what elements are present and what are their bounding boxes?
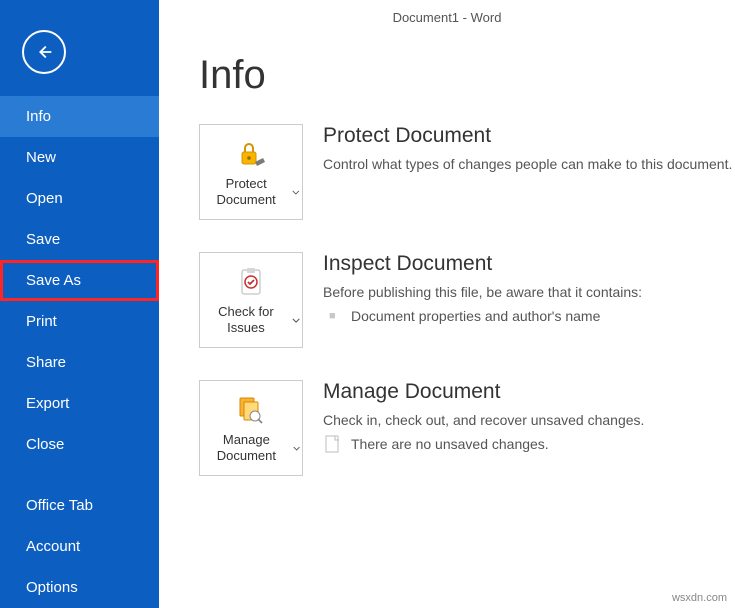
manage-item: There are no unsaved changes. — [323, 434, 644, 454]
sidebar-item-save[interactable]: Save — [0, 219, 159, 260]
sidebar-item-share[interactable]: Share — [0, 342, 159, 383]
tile-label: Protect Document — [202, 176, 290, 209]
protect-document-section: Protect Document Protect Document Contro… — [159, 124, 735, 252]
content-area: Document1 - Word Info Protect Document P… — [159, 0, 735, 608]
sidebar-item-export[interactable]: Export — [0, 383, 159, 424]
sidebar-item-label: Options — [26, 579, 78, 596]
sidebar-item-label: Open — [26, 190, 63, 207]
lock-icon — [233, 136, 269, 172]
sidebar-item-office-tab[interactable]: Office Tab — [0, 485, 159, 526]
chevron-down-icon — [293, 444, 300, 453]
backstage-sidebar: Info New Open Save Save As Print Share E… — [0, 0, 159, 608]
sidebar-item-label: Account — [26, 538, 80, 555]
sidebar-item-label: Save As — [26, 272, 81, 289]
clipboard-check-icon — [233, 264, 269, 300]
window-title: Document1 - Word — [159, 0, 735, 35]
back-row — [0, 0, 159, 96]
manage-document-desc: Check in, check out, and recover unsaved… — [323, 410, 644, 430]
manage-document-title: Manage Document — [323, 380, 644, 404]
inspect-document-section: Check for Issues Inspect Document Before… — [159, 252, 735, 380]
sidebar-item-new[interactable]: New — [0, 137, 159, 178]
inspect-document-title: Inspect Document — [323, 252, 642, 276]
sidebar-item-info[interactable]: Info — [0, 96, 159, 137]
sidebar-item-options[interactable]: Options — [0, 567, 159, 608]
sidebar-item-label: Info — [26, 108, 51, 125]
sidebar-item-label: Share — [26, 354, 66, 371]
back-arrow-icon — [33, 41, 55, 63]
sidebar-item-save-as[interactable]: Save As — [0, 260, 159, 301]
protect-document-desc: Control what types of changes people can… — [323, 154, 732, 174]
tile-label: Check for Issues — [202, 304, 290, 337]
watermark-text: wsxdn.com — [672, 592, 727, 604]
sidebar-item-open[interactable]: Open — [0, 178, 159, 219]
manage-document-button[interactable]: Manage Document — [199, 380, 303, 476]
chevron-down-icon — [292, 188, 300, 197]
inspect-document-desc: Before publishing this file, be aware th… — [323, 282, 642, 302]
sidebar-item-close[interactable]: Close — [0, 424, 159, 465]
document-stack-icon — [233, 392, 269, 428]
protect-document-button[interactable]: Protect Document — [199, 124, 303, 220]
page-title: Info — [159, 35, 735, 124]
back-button[interactable] — [22, 30, 66, 74]
sidebar-item-label: Export — [26, 395, 69, 412]
sidebar-item-label: Save — [26, 231, 60, 248]
document-icon — [325, 435, 341, 453]
sidebar-item-label: Office Tab — [26, 497, 93, 514]
chevron-down-icon — [292, 316, 300, 325]
sidebar-item-label: Print — [26, 313, 57, 330]
check-for-issues-button[interactable]: Check for Issues — [199, 252, 303, 348]
sidebar-item-label: Close — [26, 436, 64, 453]
sidebar-item-label: New — [26, 149, 56, 166]
tile-label: Manage Document — [202, 432, 291, 465]
sidebar-item-account[interactable]: Account — [0, 526, 159, 567]
protect-document-title: Protect Document — [323, 124, 732, 148]
manage-document-section: Manage Document Manage Document Check in… — [159, 380, 735, 508]
sidebar-item-print[interactable]: Print — [0, 301, 159, 342]
inspect-item: Document properties and author's name — [323, 306, 642, 326]
